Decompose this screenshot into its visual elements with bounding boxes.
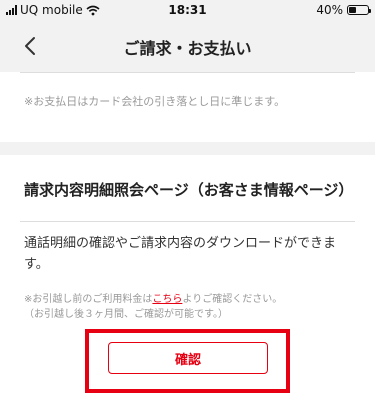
confirm-button[interactable]: 確認: [108, 342, 268, 374]
moving-note-prefix: ※お引越し前のご利用料金は: [24, 294, 153, 305]
payment-note-card: ※お支払日はカード会社の引き落とし日に準じます。: [0, 72, 375, 142]
moving-note-suffix: よりご確認ください。: [182, 294, 283, 305]
nav-bar: ご請求・お支払い: [0, 20, 375, 72]
status-bar: UQ mobile 18:31 40%: [0, 0, 375, 20]
status-right: 40%: [316, 3, 371, 17]
battery-fill: [349, 7, 357, 13]
divider: [20, 72, 355, 73]
divider: [20, 221, 355, 222]
battery-percent: 40%: [316, 3, 343, 17]
payment-date-note: ※お支払日はカード会社の引き落とし日に準じます。: [24, 95, 286, 108]
moving-note-period: （お引越し後３ヶ月間、ご確認が可能です。）: [24, 309, 228, 320]
battery-icon: [347, 5, 371, 15]
section-description: 通話明細の確認やご請求内容のダウンロードができます。: [24, 236, 337, 272]
here-link[interactable]: こちら: [152, 294, 182, 305]
section-heading: 請求内容明細照会ページ（お客さま情報ページ）: [24, 181, 354, 199]
page-title: ご請求・お支払い: [123, 39, 252, 58]
moving-note: ※お引越し前のご利用料金はこちらよりご確認ください。 （お引越し後３ヶ月間、ご確…: [24, 292, 360, 322]
